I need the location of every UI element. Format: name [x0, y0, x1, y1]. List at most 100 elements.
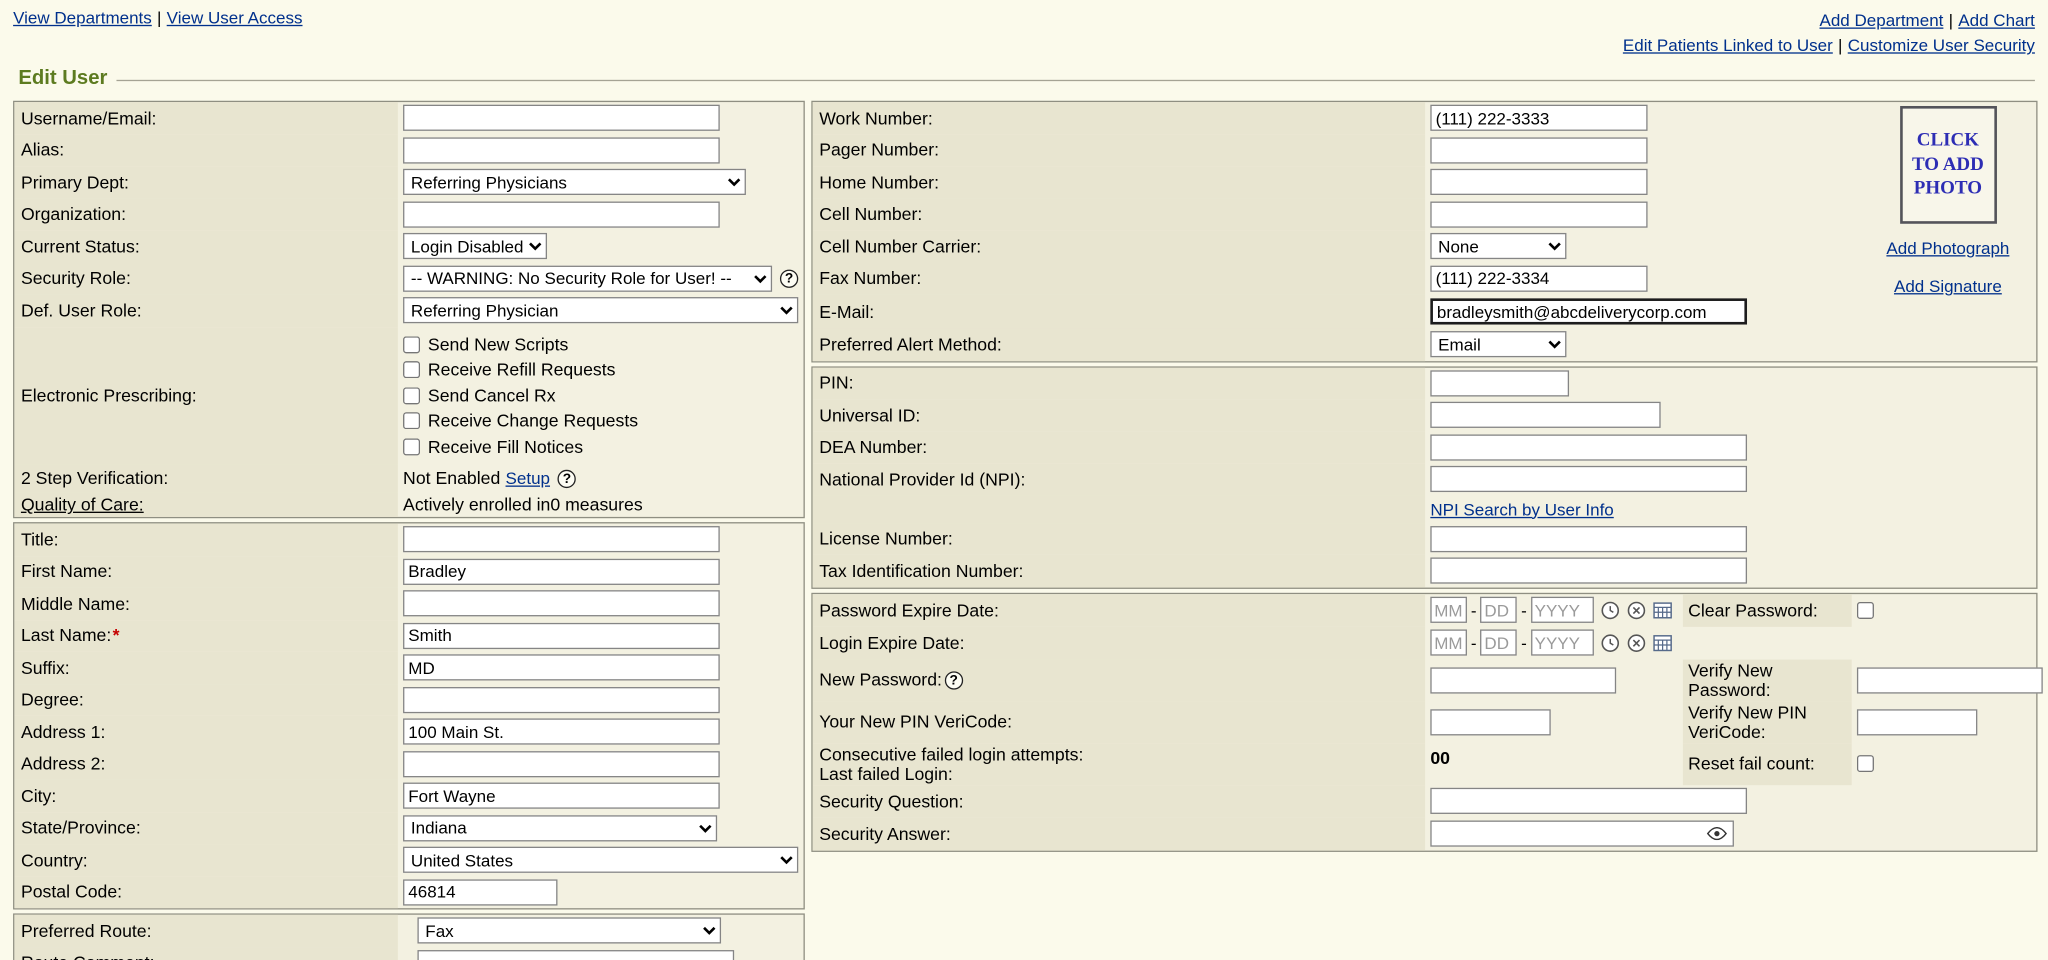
verify-pin-vericode-input[interactable]	[1857, 709, 1977, 735]
npi-search-link[interactable]: NPI Search by User Info	[1430, 499, 1613, 519]
clear-date-icon[interactable]	[1626, 633, 1646, 653]
npi-label: National Provider Id (NPI):	[813, 463, 1425, 495]
field-row: Username/Email:	[14, 102, 803, 134]
def-user-role-select[interactable]: Referring Physician	[403, 297, 798, 323]
add-signature-link[interactable]: Add Signature	[1894, 276, 2002, 296]
address1-input[interactable]	[403, 719, 720, 745]
receive-fill-notices-checkbox[interactable]	[403, 438, 420, 455]
alert-method-select[interactable]: Email	[1430, 331, 1566, 357]
password-security-section: Password Expire Date: - - Clear Password…	[811, 592, 2037, 851]
address2-input[interactable]	[403, 751, 720, 777]
checkbox-label: Receive Fill Notices	[428, 437, 583, 457]
middle-name-input[interactable]	[403, 591, 720, 617]
first-name-input[interactable]	[403, 558, 720, 584]
checkbox-label: Send Cancel Rx	[428, 386, 556, 406]
add-department-link[interactable]: Add Department	[1820, 10, 1944, 30]
organization-input[interactable]	[403, 201, 720, 227]
postal-code-input[interactable]	[403, 879, 557, 905]
home-number-input[interactable]	[1430, 169, 1647, 195]
suffix-input[interactable]	[403, 655, 720, 681]
checkbox-label: Send New Scripts	[428, 335, 568, 355]
cell-number-input[interactable]	[1430, 201, 1647, 227]
quality-of-care-link[interactable]: Quality of Care:	[21, 495, 144, 515]
eye-icon[interactable]	[1706, 827, 1727, 840]
help-icon[interactable]: ?	[780, 269, 798, 287]
current-status-select[interactable]: Login Disabled	[403, 233, 547, 259]
top-links-left: View Departments|View User Access	[13, 8, 302, 28]
send-cancel-rx-checkbox[interactable]	[403, 387, 420, 404]
help-icon[interactable]: ?	[558, 469, 576, 487]
page: View Departments|View User Access Add De…	[0, 0, 2048, 960]
pin-input[interactable]	[1430, 370, 1569, 396]
field-row: National Provider Id (NPI):	[813, 463, 2037, 495]
reset-fail-count-checkbox[interactable]	[1857, 755, 1874, 772]
send-new-scripts-checkbox[interactable]	[403, 336, 420, 353]
help-icon[interactable]: ?	[945, 671, 963, 689]
add-photograph-link[interactable]: Add Photograph	[1886, 238, 2009, 258]
new-password-input[interactable]	[1430, 667, 1616, 693]
calendar-icon[interactable]	[1652, 633, 1672, 651]
username-input[interactable]	[403, 105, 720, 131]
login-expire-day-input[interactable]	[1481, 629, 1518, 655]
field-row: Postal Code:	[14, 876, 803, 908]
cell-number-label: Cell Number:	[813, 198, 1425, 230]
degree-label: Degree:	[14, 684, 397, 716]
pin-vericode-input[interactable]	[1430, 709, 1550, 735]
license-number-input[interactable]	[1430, 526, 1747, 552]
last-name-input[interactable]	[403, 623, 720, 649]
security-role-label: Security Role:	[14, 262, 397, 294]
add-photo-box[interactable]: CLICK TO ADD PHOTO	[1899, 106, 1996, 224]
primary-dept-select[interactable]: Referring Physicians	[403, 169, 746, 195]
security-answer-input[interactable]	[1430, 821, 1734, 847]
top-link-bar: View Departments|View User Access Add De…	[0, 0, 2048, 58]
pin-vericode-label: Your New PIN VeriCode:	[813, 701, 1425, 743]
login-expire-year-input[interactable]	[1531, 629, 1594, 655]
password-expire-month-input[interactable]	[1430, 597, 1467, 623]
calendar-icon[interactable]	[1652, 601, 1672, 619]
receive-change-requests-checkbox[interactable]	[403, 413, 420, 430]
title-input[interactable]	[403, 526, 720, 552]
dea-number-input[interactable]	[1430, 434, 1747, 460]
preferred-route-select[interactable]: Fax	[417, 918, 721, 944]
two-step-setup-link[interactable]: Setup	[506, 468, 550, 488]
degree-input[interactable]	[403, 687, 720, 713]
password-expire-day-input[interactable]	[1481, 597, 1518, 623]
verify-new-password-label: Verify New Password:	[1688, 660, 1772, 699]
clear-password-checkbox[interactable]	[1857, 601, 1874, 618]
customize-user-security-link[interactable]: Customize User Security	[1848, 35, 2035, 55]
password-expire-year-input[interactable]	[1531, 597, 1594, 623]
city-input[interactable]	[403, 783, 720, 809]
verify-new-password-input[interactable]	[1857, 667, 2043, 693]
time-icon[interactable]	[1600, 633, 1620, 653]
edit-patients-linked-link[interactable]: Edit Patients Linked to User	[1623, 35, 1833, 55]
route-comment-input[interactable]	[417, 950, 734, 960]
password-expire-label: Password Expire Date:	[813, 593, 1425, 626]
add-chart-link[interactable]: Add Chart	[1958, 10, 2035, 30]
title-label: Title:	[14, 523, 397, 555]
work-number-input[interactable]	[1430, 105, 1647, 131]
universal-id-input[interactable]	[1430, 402, 1660, 428]
alias-input[interactable]	[403, 137, 720, 163]
login-expire-row: Login Expire Date: - -	[813, 626, 2037, 659]
fax-number-input[interactable]	[1430, 265, 1647, 291]
email-input[interactable]	[1430, 298, 1747, 324]
security-question-input[interactable]	[1430, 788, 1747, 814]
cell-carrier-select[interactable]: None	[1430, 233, 1566, 259]
pager-number-input[interactable]	[1430, 137, 1647, 163]
view-user-access-link[interactable]: View User Access	[167, 8, 303, 28]
left-form-column: Username/Email: Alias: Primary Dept: Ref…	[13, 101, 805, 960]
security-question-label: Security Question:	[813, 785, 1425, 818]
fax-number-label: Fax Number:	[813, 262, 1425, 294]
state-select[interactable]: Indiana	[403, 815, 717, 841]
receive-refill-requests-checkbox[interactable]	[403, 362, 420, 379]
country-select[interactable]: United States	[403, 847, 798, 873]
security-answer-row: Security Answer:	[813, 817, 2037, 850]
time-icon[interactable]	[1600, 600, 1620, 620]
npi-input[interactable]	[1430, 466, 1747, 492]
clear-date-icon[interactable]	[1626, 600, 1646, 620]
tax-id-input[interactable]	[1430, 558, 1747, 584]
login-expire-month-input[interactable]	[1430, 629, 1467, 655]
security-role-select[interactable]: -- WARNING: No Security Role for User! -…	[403, 265, 772, 291]
page-title: Edit User	[18, 67, 107, 91]
view-departments-link[interactable]: View Departments	[13, 8, 152, 28]
